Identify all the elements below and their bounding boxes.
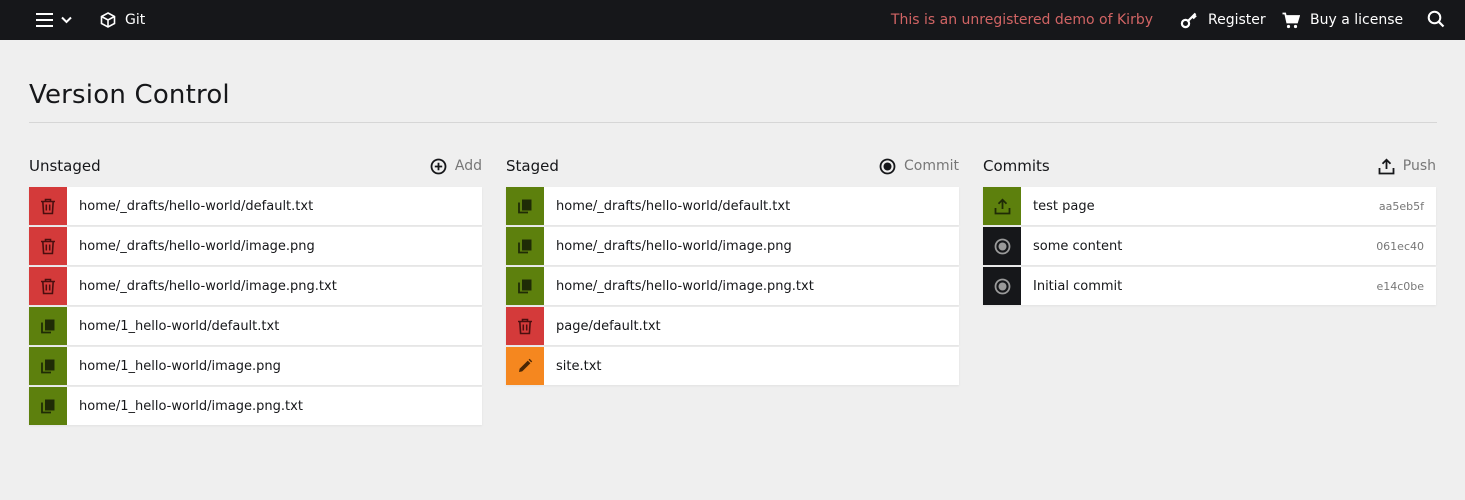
commit-label: Commit: [904, 158, 959, 174]
commit-message: some content: [1033, 238, 1123, 254]
cart-icon: [1282, 12, 1300, 28]
top-bar: Git This is an unregistered demo of Kirb…: [0, 0, 1465, 40]
commits-title: Commits: [983, 157, 1050, 175]
file-path: home/_drafts/hello-world/image.png: [556, 238, 792, 254]
register-button[interactable]: Register: [1180, 0, 1266, 40]
file-item[interactable]: site.txt: [506, 347, 959, 385]
commits-header: Commits Push: [983, 150, 1436, 182]
upload-icon: [983, 187, 1021, 225]
unstaged-list: home/_drafts/hello-world/default.txthome…: [29, 187, 482, 425]
copy-icon: [506, 187, 544, 225]
file-item[interactable]: home/1_hello-world/image.png.txt: [29, 387, 482, 425]
push-button[interactable]: Push: [1378, 158, 1436, 175]
demo-notice: This is an unregistered demo of Kirby: [890, 12, 1153, 28]
register-label: Register: [1208, 12, 1266, 28]
add-circle-icon: [430, 158, 447, 174]
record-icon: [879, 158, 896, 174]
file-item[interactable]: home/_drafts/hello-world/default.txt: [29, 187, 482, 225]
copy-icon: [506, 227, 544, 265]
commit-item[interactable]: some content 061ec40: [983, 227, 1436, 265]
file-path: home/_drafts/hello-world/image.png.txt: [556, 278, 814, 294]
unstaged-title: Unstaged: [29, 157, 101, 175]
unstaged-header: Unstaged Add: [29, 150, 482, 182]
add-button[interactable]: Add: [430, 158, 482, 175]
key-icon: [1180, 12, 1197, 29]
copy-icon: [29, 347, 67, 385]
trash-icon: [29, 227, 67, 265]
staged-header: Staged Commit: [506, 150, 959, 182]
staged-section: Staged Commit home/_drafts/hello-world/d…: [506, 150, 959, 387]
add-label: Add: [454, 158, 482, 174]
buy-license-label: Buy a license: [1310, 12, 1404, 28]
trash-icon: [29, 187, 67, 225]
breadcrumb-label: Git: [125, 12, 146, 28]
file-item[interactable]: home/_drafts/hello-world/default.txt: [506, 187, 959, 225]
breadcrumb-git[interactable]: Git: [100, 10, 145, 30]
commit-hash: e14c0be: [1376, 279, 1424, 293]
file-path: home/_drafts/hello-world/default.txt: [556, 198, 791, 214]
file-path: home/_drafts/hello-world/image.png.txt: [79, 278, 337, 294]
file-path: page/default.txt: [556, 318, 661, 334]
commit-message: Initial commit: [1033, 278, 1123, 294]
copy-icon: [29, 307, 67, 345]
unstaged-section: Unstaged Add home/_drafts/hello-world/de…: [29, 150, 482, 427]
file-path: home/1_hello-world/default.txt: [79, 318, 280, 334]
commit-item[interactable]: test page aa5eb5f: [983, 187, 1436, 225]
copy-icon: [29, 387, 67, 425]
file-item[interactable]: home/1_hello-world/image.png: [29, 347, 482, 385]
staged-list: home/_drafts/hello-world/default.txthome…: [506, 187, 959, 385]
file-path: home/_drafts/hello-world/image.png: [79, 238, 315, 254]
trash-icon: [29, 267, 67, 305]
commits-section: Commits Push test page aa5eb5f some conten…: [983, 150, 1436, 307]
push-label: Push: [1402, 158, 1436, 174]
upload-icon: [1378, 158, 1395, 174]
commit-hash: aa5eb5f: [1378, 199, 1424, 213]
file-path: home/_drafts/hello-world/default.txt: [79, 198, 314, 214]
file-item[interactable]: home/_drafts/hello-world/image.png.txt: [506, 267, 959, 305]
commit-hash: 061ec40: [1376, 239, 1424, 253]
search-icon: [1427, 10, 1445, 28]
staged-title: Staged: [506, 157, 559, 175]
page-title: Version Control: [29, 80, 230, 110]
commit-icon: [983, 267, 1021, 305]
file-item[interactable]: home/_drafts/hello-world/image.png: [29, 227, 482, 265]
commit-message: test page: [1033, 198, 1095, 214]
buy-license-button[interactable]: Buy a license: [1282, 0, 1403, 40]
file-item[interactable]: home/_drafts/hello-world/image.png.txt: [29, 267, 482, 305]
commit-button[interactable]: Commit: [879, 158, 959, 175]
file-item[interactable]: page/default.txt: [506, 307, 959, 345]
search-button[interactable]: [1427, 10, 1447, 30]
commit-icon: [983, 227, 1021, 265]
trash-icon: [506, 307, 544, 345]
file-path: home/1_hello-world/image.png: [79, 358, 281, 374]
file-item[interactable]: home/_drafts/hello-world/image.png: [506, 227, 959, 265]
hamburger-icon: [36, 13, 53, 27]
file-path: home/1_hello-world/image.png.txt: [79, 398, 303, 414]
commits-list: test page aa5eb5f some content 061ec40 Initi…: [983, 187, 1436, 305]
menu-button[interactable]: [36, 10, 72, 30]
pencil-icon: [506, 347, 544, 385]
file-item[interactable]: home/1_hello-world/default.txt: [29, 307, 482, 345]
copy-icon: [506, 267, 544, 305]
file-path: site.txt: [556, 358, 602, 374]
commit-item[interactable]: Initial commit e14c0be: [983, 267, 1436, 305]
box-icon: [100, 12, 116, 28]
title-divider: [29, 122, 1437, 123]
chevron-down-icon: [61, 16, 72, 24]
